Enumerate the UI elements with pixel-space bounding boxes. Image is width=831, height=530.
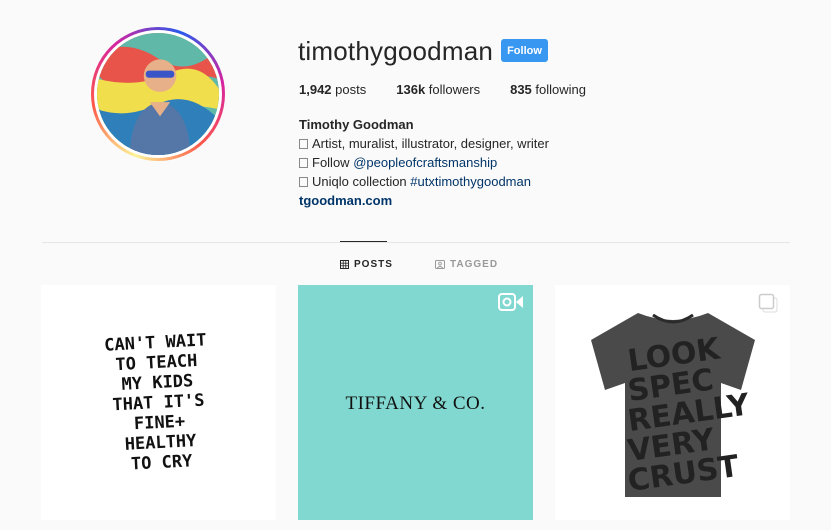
followers-stat[interactable]: 136k followers (396, 82, 480, 97)
tab-tagged[interactable]: TAGGED (435, 259, 498, 270)
follow-button[interactable]: Follow (501, 39, 548, 62)
tag-icon (435, 260, 445, 269)
emoji-placeholder-icon (299, 139, 308, 149)
active-tab-indicator (340, 241, 387, 242)
posts-label: posts (335, 82, 367, 97)
profile-stats: 1,942 posts 136k followers 835 following (299, 82, 616, 97)
posts-stat: 1,942 posts (299, 82, 366, 97)
tab-posts-label: POSTS (354, 259, 393, 270)
following-count: 835 (510, 82, 532, 97)
post-thumbnail-1[interactable]: CAN'T WAIT TO TEACH MY KIDS THAT IT'S FINE+ H… (41, 285, 276, 520)
followers-count: 136k (396, 82, 426, 97)
emoji-placeholder-icon (299, 177, 308, 187)
username: timothygoodman (298, 36, 494, 66)
website-link[interactable]: tgoodman.com (299, 191, 549, 210)
post-thumbnail-3[interactable]: LOOK SPEC REALLY VERY CRUST (555, 285, 790, 520)
video-icon (498, 293, 523, 311)
tabs-divider (42, 242, 790, 243)
post-2-artwork: TIFFANY & CO. (345, 393, 486, 414)
mention-link[interactable]: @peopleofcraftsmanship (353, 155, 497, 170)
post-thumbnail-2[interactable]: TIFFANY & CO. (298, 285, 533, 520)
avatar-story-ring[interactable] (91, 27, 225, 161)
profile-header: timothygoodman Follow 1,942 posts 136k f… (0, 0, 831, 240)
bio-line-1: Artist, muralist, illustrator, designer,… (299, 134, 549, 153)
bio: Timothy Goodman Artist, muralist, illust… (299, 115, 549, 210)
bio-line-2: Follow @peopleofcraftsmanship (299, 153, 549, 172)
grid-icon (340, 260, 349, 269)
avatar[interactable] (97, 33, 219, 155)
bio-line-3: Uniqlo collection #utxtimothygoodman (299, 172, 549, 191)
followers-label: followers (428, 82, 481, 97)
bio-text-1: Artist, muralist, illustrator, designer,… (312, 136, 549, 151)
tab-posts[interactable]: POSTS (340, 259, 393, 270)
following-stat[interactable]: 835 following (510, 82, 586, 97)
hashtag-link[interactable]: #utxtimothygoodman (410, 174, 531, 189)
bio-text-3: Uniqlo collection (312, 174, 411, 189)
tab-tagged-label: TAGGED (450, 259, 499, 270)
posts-count: 1,942 (299, 82, 332, 97)
following-label: following (535, 82, 587, 97)
post-1-artwork: CAN'T WAIT TO TEACH MY KIDS THAT IT'S FINE+ H… (41, 327, 276, 479)
post-3-artwork: LOOKSPECREALLYVERYCRUST (591, 313, 755, 499)
emoji-placeholder-icon (299, 158, 308, 168)
avatar-photo (97, 33, 219, 155)
bio-text-2: Follow (312, 155, 354, 170)
full-name: Timothy Goodman (299, 117, 414, 132)
